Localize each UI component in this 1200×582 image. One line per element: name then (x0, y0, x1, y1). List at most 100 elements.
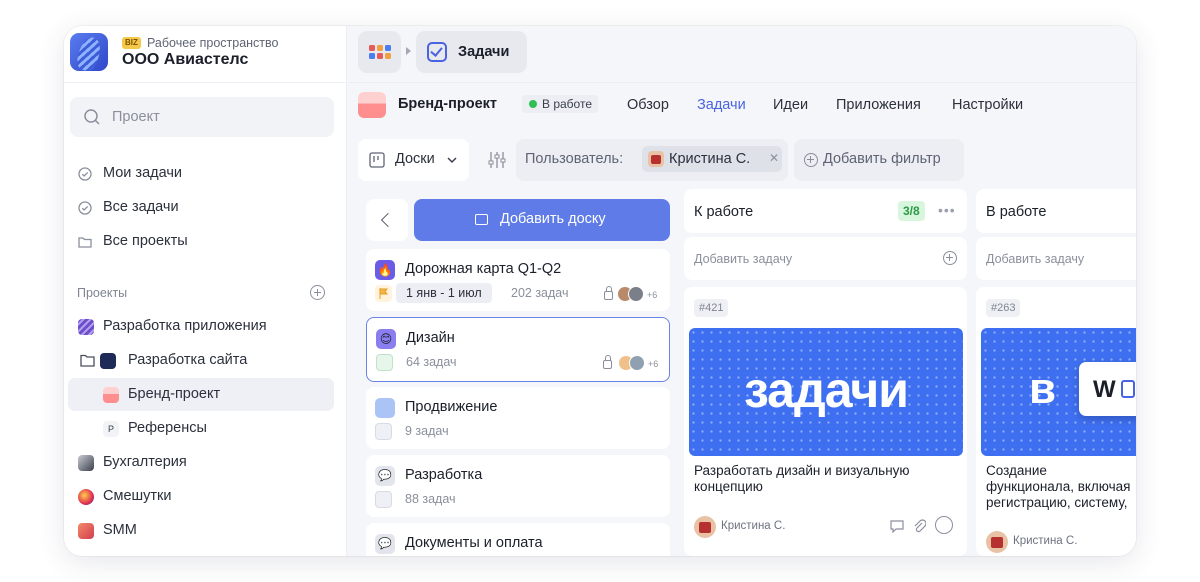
checkbox-icon (427, 42, 447, 62)
add-task-button[interactable]: Добавить задачу (976, 237, 1136, 280)
remove-filter-icon[interactable]: ✕ (769, 151, 779, 165)
board-title: Разработка (405, 467, 483, 483)
top-bar: Задачи (348, 26, 1136, 83)
project-item-site-dev[interactable]: Разработка сайта (68, 344, 334, 377)
lock-icon (604, 286, 613, 300)
project-label: Бренд-проект (128, 386, 221, 402)
apps-button[interactable] (358, 31, 401, 73)
project-icon (78, 489, 94, 505)
add-task-label: Добавить задачу (986, 252, 1085, 266)
lock-icon (603, 355, 612, 369)
projects-section-label: Проекты (77, 286, 128, 300)
project-label: Смешутки (103, 488, 172, 504)
add-task-button[interactable]: Добавить задачу (684, 237, 967, 280)
chat-icon: 💬 (375, 466, 395, 486)
board-title: Документы и оплата (405, 535, 543, 551)
tab-settings[interactable]: Настройки (952, 97, 1023, 113)
project-icon (100, 353, 116, 369)
user-filter-value: Кристина С. (669, 151, 751, 167)
add-filter-label: Добавить фильтр (823, 151, 941, 167)
boards-dropdown[interactable]: Доски (358, 139, 469, 181)
status-badge[interactable]: В работе (522, 95, 599, 113)
task-cover-image: в W (981, 328, 1136, 456)
board-task-count: 202 задач (511, 286, 569, 300)
workspace-switcher[interactable]: BIZ Рабочее пространство ООО Авиастелс (64, 26, 347, 83)
project-label: Референсы (128, 420, 207, 436)
board-task-count: 9 задач (405, 424, 449, 438)
task-number: #263 (986, 299, 1021, 317)
project-label: SMM (103, 522, 137, 538)
folder-icon (80, 354, 95, 367)
fire-icon: 🔥 (375, 260, 395, 280)
project-icon (358, 92, 386, 118)
board-add-icon (475, 214, 488, 225)
breadcrumb-chevron-icon (406, 47, 411, 55)
nav-label: Все задачи (103, 199, 179, 215)
nav-all-projects[interactable]: Все проекты (64, 227, 347, 257)
filter-sliders-icon[interactable] (487, 151, 507, 169)
cover-chip: W (1079, 362, 1136, 416)
biz-badge: BIZ (122, 37, 141, 49)
project-header: Бренд-проект В работе Обзор Задачи Идеи … (348, 83, 1136, 129)
project-icon (78, 523, 94, 539)
tab-ideas[interactable]: Идеи (773, 97, 808, 113)
board-item-documents[interactable]: 💬 Документы и оплата (366, 523, 670, 556)
avatar (694, 516, 716, 538)
board-item-design[interactable]: 😊 Дизайн 64 задач +6 (366, 317, 670, 382)
add-filter-button[interactable]: Добавить фильтр (794, 139, 964, 181)
avatar (628, 286, 644, 302)
add-circle-icon (943, 251, 957, 265)
board-icon (369, 152, 385, 168)
tab-tasks[interactable]: Задачи (416, 31, 527, 73)
add-project-icon[interactable] (310, 285, 325, 300)
list-icon (376, 354, 393, 371)
check-circle-icon (78, 167, 92, 181)
filter-bar: Доски Пользователь: Кристина С. ✕ Добави… (348, 129, 1136, 189)
user-filter-chip[interactable]: Кристина С. ✕ (642, 146, 782, 172)
add-task-label: Добавить задачу (694, 252, 793, 266)
project-title: Бренд-проект (398, 96, 498, 112)
collapse-boards-button[interactable] (366, 199, 408, 241)
column-header: В работе (976, 189, 1136, 233)
check-circle-icon (78, 201, 92, 215)
tab-apps[interactable]: Приложения (836, 97, 921, 113)
avatar (629, 355, 645, 371)
cover-text: в (1029, 364, 1057, 413)
tab-tasks-active[interactable]: Задачи (697, 97, 746, 113)
board-title: Дизайн (406, 330, 455, 346)
paperclip-icon (914, 519, 926, 533)
sidebar: BIZ Рабочее пространство ООО Авиастелс П… (64, 26, 347, 556)
user-filter[interactable]: Пользователь: Кристина С. ✕ (516, 139, 788, 181)
project-item-references[interactable]: P Референсы (68, 412, 334, 445)
nav-label: Все проекты (103, 233, 188, 249)
task-card-263[interactable]: #263 в W Создание функционала, включая р… (976, 287, 1136, 556)
board-title: Продвижение (405, 399, 498, 415)
search-input[interactable]: Проект (112, 109, 160, 125)
board-item-development[interactable]: 💬 Разработка 88 задач (366, 455, 670, 517)
column-title: В работе (986, 204, 1047, 220)
user-filter-label: Пользователь: (525, 151, 624, 167)
complete-circle-icon[interactable] (935, 516, 953, 534)
project-item-smm[interactable]: SMM (68, 514, 334, 547)
nav-my-tasks[interactable]: Мои задачи (64, 159, 347, 189)
cover-text: задачи (743, 362, 909, 418)
task-title: Разработать дизайн и визуальную концепци… (694, 463, 910, 494)
cover-chip-icon (1121, 380, 1135, 398)
nav-all-tasks[interactable]: Все задачи (64, 193, 347, 223)
tab-overview[interactable]: Обзор (627, 97, 669, 113)
project-item-smeshutki[interactable]: Смешутки (68, 480, 334, 513)
more-options-icon[interactable]: ••• (938, 202, 956, 218)
project-item-app-dev[interactable]: Разработка приложения (68, 310, 334, 343)
date-range: 1 янв - 1 июл (396, 283, 492, 303)
project-item-brand[interactable]: Бренд-проект (68, 378, 334, 411)
board-item-roadmap[interactable]: 🔥 Дорожная карта Q1-Q2 1 янв - 1 июл 202… (366, 249, 670, 311)
board-item-promotion[interactable]: Продвижение 9 задач (366, 387, 670, 449)
more-users: +6 (648, 359, 659, 369)
project-label: Разработка приложения (103, 318, 267, 334)
task-card-421[interactable]: #421 задачи Разработать дизайн и визуаль… (684, 287, 967, 556)
project-item-accounting[interactable]: Бухгалтерия (68, 446, 334, 479)
cover-chip-letter: W (1093, 376, 1116, 403)
search-icon (84, 109, 100, 125)
project-search[interactable]: Проект (70, 97, 334, 137)
add-board-button[interactable]: Добавить доску (414, 199, 670, 241)
